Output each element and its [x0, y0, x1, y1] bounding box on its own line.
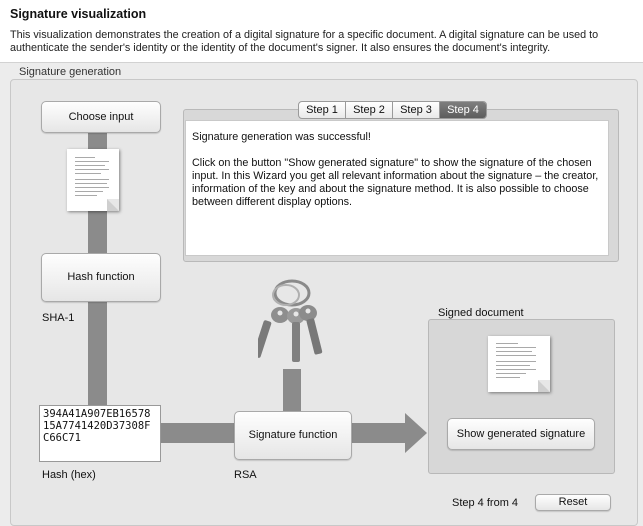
signed-document-label: Signed document: [438, 307, 524, 319]
hash-function-button[interactable]: Hash function: [41, 253, 161, 302]
wizard-text-area: Signature generation was successful! Cli…: [185, 120, 609, 256]
tab-step-1[interactable]: Step 1: [299, 102, 346, 118]
header-panel: Signature visualization This visualizati…: [0, 0, 643, 63]
show-generated-signature-button[interactable]: Show generated signature: [447, 418, 595, 450]
hash-hex-label: Hash (hex): [42, 469, 96, 481]
signature-algorithm-label: RSA: [234, 469, 257, 481]
reset-button[interactable]: Reset: [535, 494, 611, 511]
flow-bar-signature-to-doc: [351, 423, 409, 443]
page-title: Signature visualization: [10, 7, 147, 21]
step-counter: Step 4 from 4: [452, 497, 519, 509]
wizard-tabs: Step 1 Step 2 Step 3 Step 4: [298, 101, 487, 119]
hash-algorithm-label: SHA-1: [42, 312, 75, 324]
keys-icon: [258, 279, 323, 362]
wizard-success-message: Signature generation was successful!: [192, 131, 371, 143]
tab-step-3[interactable]: Step 3: [393, 102, 440, 118]
hash-hex-value: 394A41A907EB16578 15A7741420D37308F C66C…: [39, 405, 161, 462]
signature-function-button[interactable]: Signature function: [234, 411, 352, 460]
signed-document-icon: [488, 336, 550, 392]
choose-input-button[interactable]: Choose input: [41, 101, 161, 133]
tab-step-2[interactable]: Step 2: [346, 102, 393, 118]
page-description: This visualization demonstrates the crea…: [10, 29, 599, 54]
group-label: Signature generation: [19, 66, 122, 78]
tab-step-4[interactable]: Step 4: [440, 102, 486, 118]
flow-bar-key-to-signature: [283, 369, 301, 413]
flow-bar-hash-to-hex: [88, 300, 107, 407]
flow-bar-hex-to-signature: [160, 423, 236, 443]
wizard-instructions: Click on the button "Show generated sign…: [192, 157, 599, 208]
input-document-icon: [67, 149, 119, 211]
arrow-right-icon: [405, 413, 427, 453]
